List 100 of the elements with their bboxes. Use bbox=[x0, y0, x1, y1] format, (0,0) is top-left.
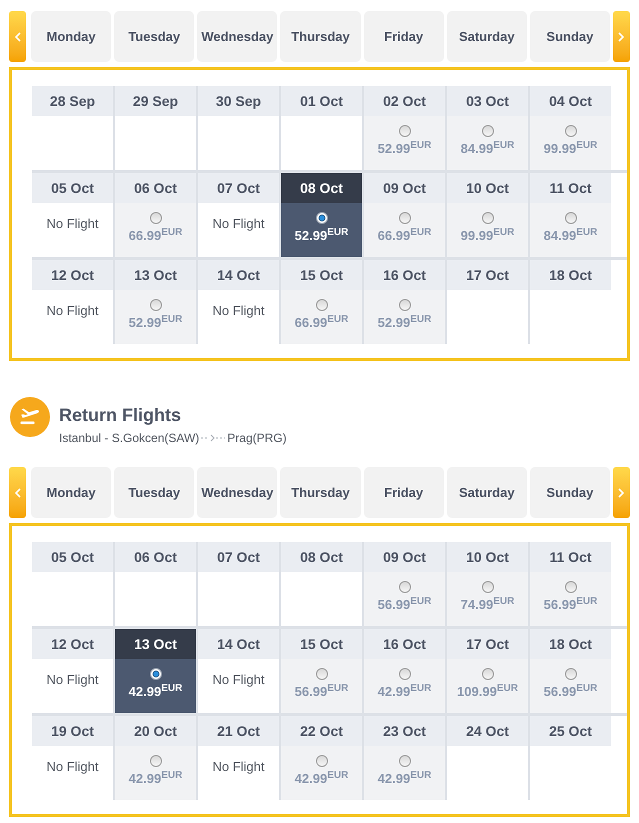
weekday-header: Monday bbox=[31, 11, 112, 62]
radio-button[interactable] bbox=[564, 581, 576, 593]
fare-price: 42.99$^{EUR}$ bbox=[378, 684, 432, 700]
radio-button[interactable] bbox=[316, 212, 328, 224]
fare-price: 84.99$^{EUR}$ bbox=[460, 141, 514, 157]
fare-cell[interactable]: 84.99$^{EUR}$ bbox=[530, 203, 611, 257]
fare-price: 66.99$^{EUR}$ bbox=[378, 228, 432, 244]
fare-cell[interactable]: 56.99$^{EUR}$ bbox=[364, 572, 445, 626]
fare-price: 42.99$^{EUR}$ bbox=[294, 771, 348, 787]
no-flight-label: No Flight bbox=[46, 215, 99, 234]
fare-price: 66.99$^{EUR}$ bbox=[128, 228, 182, 244]
date-header: 05 Oct bbox=[32, 542, 113, 572]
next-week-button[interactable] bbox=[612, 467, 630, 518]
fare-cell[interactable]: 74.99$^{EUR}$ bbox=[447, 572, 528, 626]
radio-button[interactable] bbox=[398, 299, 410, 311]
weekday-header: Sunday bbox=[530, 11, 610, 62]
radio-button[interactable] bbox=[398, 755, 410, 767]
date-header: 25 Oct bbox=[530, 716, 611, 746]
radio-button[interactable] bbox=[150, 668, 162, 680]
date-header: 28 Sep bbox=[32, 86, 113, 116]
radio-button[interactable] bbox=[316, 668, 328, 680]
date-header: 30 Sep bbox=[198, 86, 279, 116]
fare-price: 74.99$^{EUR}$ bbox=[460, 597, 514, 613]
fare-cell[interactable]: 109.99$^{EUR}$ bbox=[447, 659, 528, 713]
date-header: 18 Oct bbox=[530, 260, 611, 290]
no-flight-label: No Flight bbox=[46, 671, 99, 690]
date-header: 16 Oct bbox=[364, 260, 445, 290]
fare-cell[interactable]: 42.99$^{EUR}$ bbox=[115, 659, 196, 713]
date-header: 08 Oct bbox=[281, 173, 362, 203]
date-header: 09 Oct bbox=[364, 173, 445, 203]
fare-cell[interactable]: 66.99$^{EUR}$ bbox=[115, 203, 196, 257]
radio-button[interactable] bbox=[150, 755, 162, 767]
date-header: 20 Oct bbox=[115, 716, 196, 746]
dashed-arrow-icon bbox=[201, 434, 226, 442]
no-flight-label: No Flight bbox=[46, 758, 99, 776]
fare-price: 52.99$^{EUR}$ bbox=[128, 315, 182, 331]
date-header: 04 Oct bbox=[530, 86, 611, 116]
date-header: 17 Oct bbox=[447, 629, 528, 659]
radio-button[interactable] bbox=[150, 212, 162, 224]
radio-button[interactable] bbox=[482, 125, 494, 137]
fare-cell[interactable]: 56.99$^{EUR}$ bbox=[530, 572, 611, 626]
fare-cell[interactable]: 52.99$^{EUR}$ bbox=[364, 116, 445, 170]
origin-label: Istanbul - S.Gokcen(SAW) bbox=[59, 431, 200, 445]
fare-price: 56.99$^{EUR}$ bbox=[544, 597, 598, 613]
date-header: 17 Oct bbox=[447, 260, 528, 290]
date-header: 10 Oct bbox=[447, 542, 528, 572]
fare-price: 52.99$^{EUR}$ bbox=[378, 141, 432, 157]
radio-button[interactable] bbox=[482, 212, 494, 224]
weekday-header: Friday bbox=[364, 467, 444, 518]
date-header: 24 Oct bbox=[447, 716, 528, 746]
fare-cell[interactable]: 42.99$^{EUR}$ bbox=[115, 746, 196, 800]
no-flight-label: No Flight bbox=[212, 215, 265, 234]
fare-price: 56.99$^{EUR}$ bbox=[294, 684, 348, 700]
date-header: 13 Oct bbox=[115, 260, 196, 290]
fare-cell[interactable]: 52.99$^{EUR}$ bbox=[364, 290, 445, 344]
fare-price: 109.99$^{EUR}$ bbox=[457, 684, 518, 700]
date-header: 06 Oct bbox=[115, 173, 196, 203]
weekday-header: Sunday bbox=[530, 467, 610, 518]
weekday-header: Wednesday bbox=[197, 11, 278, 62]
radio-button[interactable] bbox=[398, 125, 410, 137]
fare-price: 52.99$^{EUR}$ bbox=[378, 315, 432, 331]
fare-cell[interactable]: 56.99$^{EUR}$ bbox=[281, 659, 362, 713]
chevron-right-icon bbox=[618, 488, 624, 498]
date-header: 13 Oct bbox=[115, 629, 196, 659]
next-week-button[interactable] bbox=[612, 11, 630, 62]
no-flight-label: No Flight bbox=[212, 671, 265, 690]
fare-cell[interactable]: 42.99$^{EUR}$ bbox=[364, 746, 445, 800]
no-flight-label: No Flight bbox=[212, 758, 265, 776]
radio-button[interactable] bbox=[564, 668, 576, 680]
radio-button[interactable] bbox=[482, 668, 494, 680]
fare-cell[interactable]: 84.99$^{EUR}$ bbox=[447, 116, 528, 170]
fare-price: 66.99$^{EUR}$ bbox=[294, 315, 348, 331]
radio-button[interactable] bbox=[316, 755, 328, 767]
fare-price: 99.99$^{EUR}$ bbox=[544, 141, 598, 157]
weekday-header: Thursday bbox=[280, 11, 361, 62]
fare-cell[interactable]: 42.99$^{EUR}$ bbox=[364, 659, 445, 713]
fare-cell[interactable]: 52.99$^{EUR}$ bbox=[281, 203, 362, 257]
date-header: 18 Oct bbox=[530, 629, 611, 659]
radio-button[interactable] bbox=[398, 212, 410, 224]
date-header: 11 Oct bbox=[530, 173, 611, 203]
radio-button[interactable] bbox=[316, 299, 328, 311]
previous-week-button[interactable] bbox=[9, 11, 26, 62]
date-header: 21 Oct bbox=[198, 716, 279, 746]
radio-button[interactable] bbox=[564, 212, 576, 224]
previous-week-button[interactable] bbox=[9, 467, 26, 518]
weekday-header: Saturday bbox=[446, 467, 527, 518]
radio-button[interactable] bbox=[398, 581, 410, 593]
date-header: 19 Oct bbox=[32, 716, 113, 746]
airplane-icon bbox=[10, 397, 50, 437]
fare-cell[interactable]: 66.99$^{EUR}$ bbox=[281, 290, 362, 344]
fare-cell[interactable]: 66.99$^{EUR}$ bbox=[364, 203, 445, 257]
fare-cell[interactable]: 99.99$^{EUR}$ bbox=[530, 116, 611, 170]
fare-cell[interactable]: 99.99$^{EUR}$ bbox=[447, 203, 528, 257]
radio-button[interactable] bbox=[482, 581, 494, 593]
radio-button[interactable] bbox=[564, 125, 576, 137]
radio-button[interactable] bbox=[398, 668, 410, 680]
radio-button[interactable] bbox=[150, 299, 162, 311]
fare-cell[interactable]: 56.99$^{EUR}$ bbox=[530, 659, 611, 713]
fare-cell[interactable]: 42.99$^{EUR}$ bbox=[281, 746, 362, 800]
fare-cell[interactable]: 52.99$^{EUR}$ bbox=[115, 290, 196, 344]
